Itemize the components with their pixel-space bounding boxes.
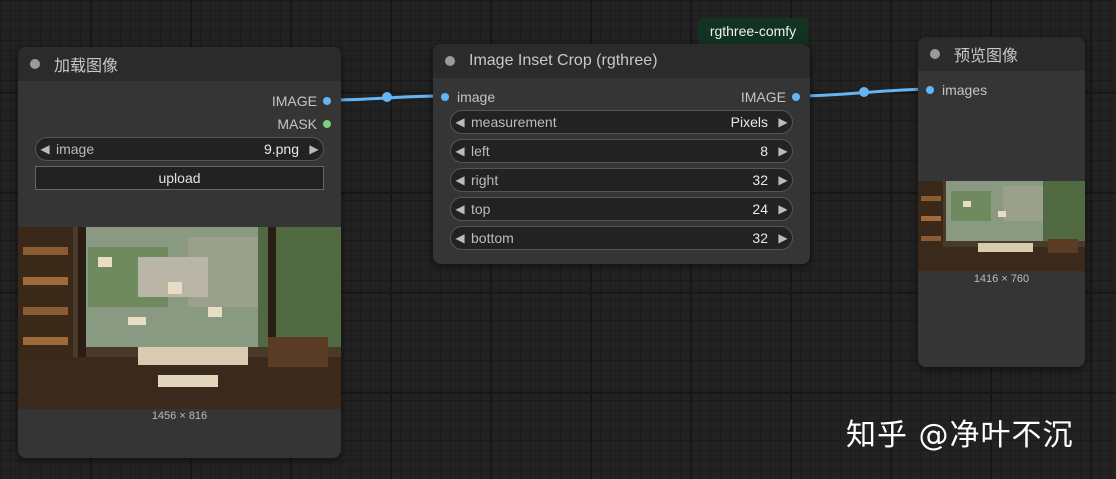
widget-value: 9.png [263, 141, 299, 157]
left-widget[interactable]: ◀ left 8 ▶ [450, 139, 793, 163]
output-label: IMAGE [271, 93, 317, 109]
preview-scene [918, 181, 1085, 271]
collapse-dot-icon[interactable] [30, 59, 40, 69]
arrow-left-icon[interactable]: ◀ [451, 144, 469, 158]
load-image-node[interactable]: 加载图像 IMAGE MASK ◀ image 9.png ▶ upload 1… [18, 47, 341, 458]
arrow-right-icon[interactable]: ▶ [774, 115, 792, 129]
widget-value: 32 [752, 230, 768, 246]
node-header[interactable]: Image Inset Crop (rgthree) [433, 44, 810, 78]
input-dot-icon[interactable] [441, 93, 449, 101]
input-label: images [942, 82, 988, 98]
collapse-dot-icon[interactable] [930, 49, 940, 59]
widget-label: measurement [471, 114, 557, 130]
bottom-widget[interactable]: ◀ bottom 32 ▶ [450, 226, 793, 250]
output-dot-icon[interactable] [323, 97, 331, 105]
widget-value: Pixels [730, 114, 768, 130]
input-dot-icon[interactable] [926, 86, 934, 94]
output-image[interactable]: IMAGE [272, 92, 331, 110]
output-mask[interactable]: MASK [277, 115, 331, 133]
image-preview [18, 227, 341, 409]
arrow-left-icon[interactable]: ◀ [451, 202, 469, 216]
rgthree-badge: rgthree-comfy [698, 18, 808, 44]
image-dimensions: 1416 × 760 [973, 273, 1030, 285]
widget-label: image [56, 141, 95, 157]
right-widget[interactable]: ◀ right 32 ▶ [450, 168, 793, 192]
widget-label: bottom [471, 230, 514, 246]
measurement-widget[interactable]: ◀ measurement Pixels ▶ [450, 110, 793, 134]
widget-label: right [471, 172, 499, 188]
widget-value: 32 [752, 172, 768, 188]
node-header[interactable]: 预览图像 [918, 37, 1085, 71]
preview-scene [18, 227, 341, 409]
node-header[interactable]: 加载图像 [18, 47, 341, 81]
link-midpoint [382, 92, 392, 102]
image-combo-widget[interactable]: ◀ image 9.png ▶ [35, 137, 324, 161]
node-title: 预览图像 [954, 48, 1019, 65]
widget-value: 24 [752, 201, 768, 217]
widget-label: left [471, 143, 490, 159]
image-inset-crop-node[interactable]: Image Inset Crop (rgthree) image IMAGE ◀… [433, 44, 810, 264]
collapse-dot-icon[interactable] [445, 56, 455, 66]
preview-image-node[interactable]: 预览图像 images 1416 × 760 [918, 37, 1085, 367]
output-label: IMAGE [740, 89, 786, 105]
input-image[interactable]: image [441, 88, 495, 106]
arrow-left-icon[interactable]: ◀ [451, 231, 469, 245]
image-preview [918, 181, 1085, 271]
arrow-right-icon[interactable]: ▶ [774, 231, 792, 245]
arrow-left-icon[interactable]: ◀ [451, 173, 469, 187]
link-midpoint [859, 87, 869, 97]
output-dot-icon[interactable] [792, 93, 800, 101]
arrow-right-icon[interactable]: ▶ [774, 173, 792, 187]
arrow-left-icon[interactable]: ◀ [36, 142, 54, 156]
watermark: 知乎 @净叶不沉 [846, 418, 1074, 453]
widget-value: 8 [760, 143, 768, 159]
upload-button[interactable]: upload [35, 166, 324, 190]
input-images[interactable]: images [926, 81, 987, 99]
output-label: MASK [277, 116, 317, 132]
node-title: 加载图像 [54, 58, 119, 75]
widget-label: top [471, 201, 491, 217]
input-label: image [457, 89, 496, 105]
arrow-right-icon[interactable]: ▶ [774, 144, 792, 158]
arrow-right-icon[interactable]: ▶ [305, 142, 323, 156]
image-dimensions: 1456 × 816 [151, 410, 208, 422]
top-widget[interactable]: ◀ top 24 ▶ [450, 197, 793, 221]
output-dot-icon[interactable] [323, 120, 331, 128]
arrow-left-icon[interactable]: ◀ [451, 115, 469, 129]
output-image[interactable]: IMAGE [741, 88, 800, 106]
arrow-right-icon[interactable]: ▶ [774, 202, 792, 216]
node-title: Image Inset Crop (rgthree) [469, 52, 658, 69]
